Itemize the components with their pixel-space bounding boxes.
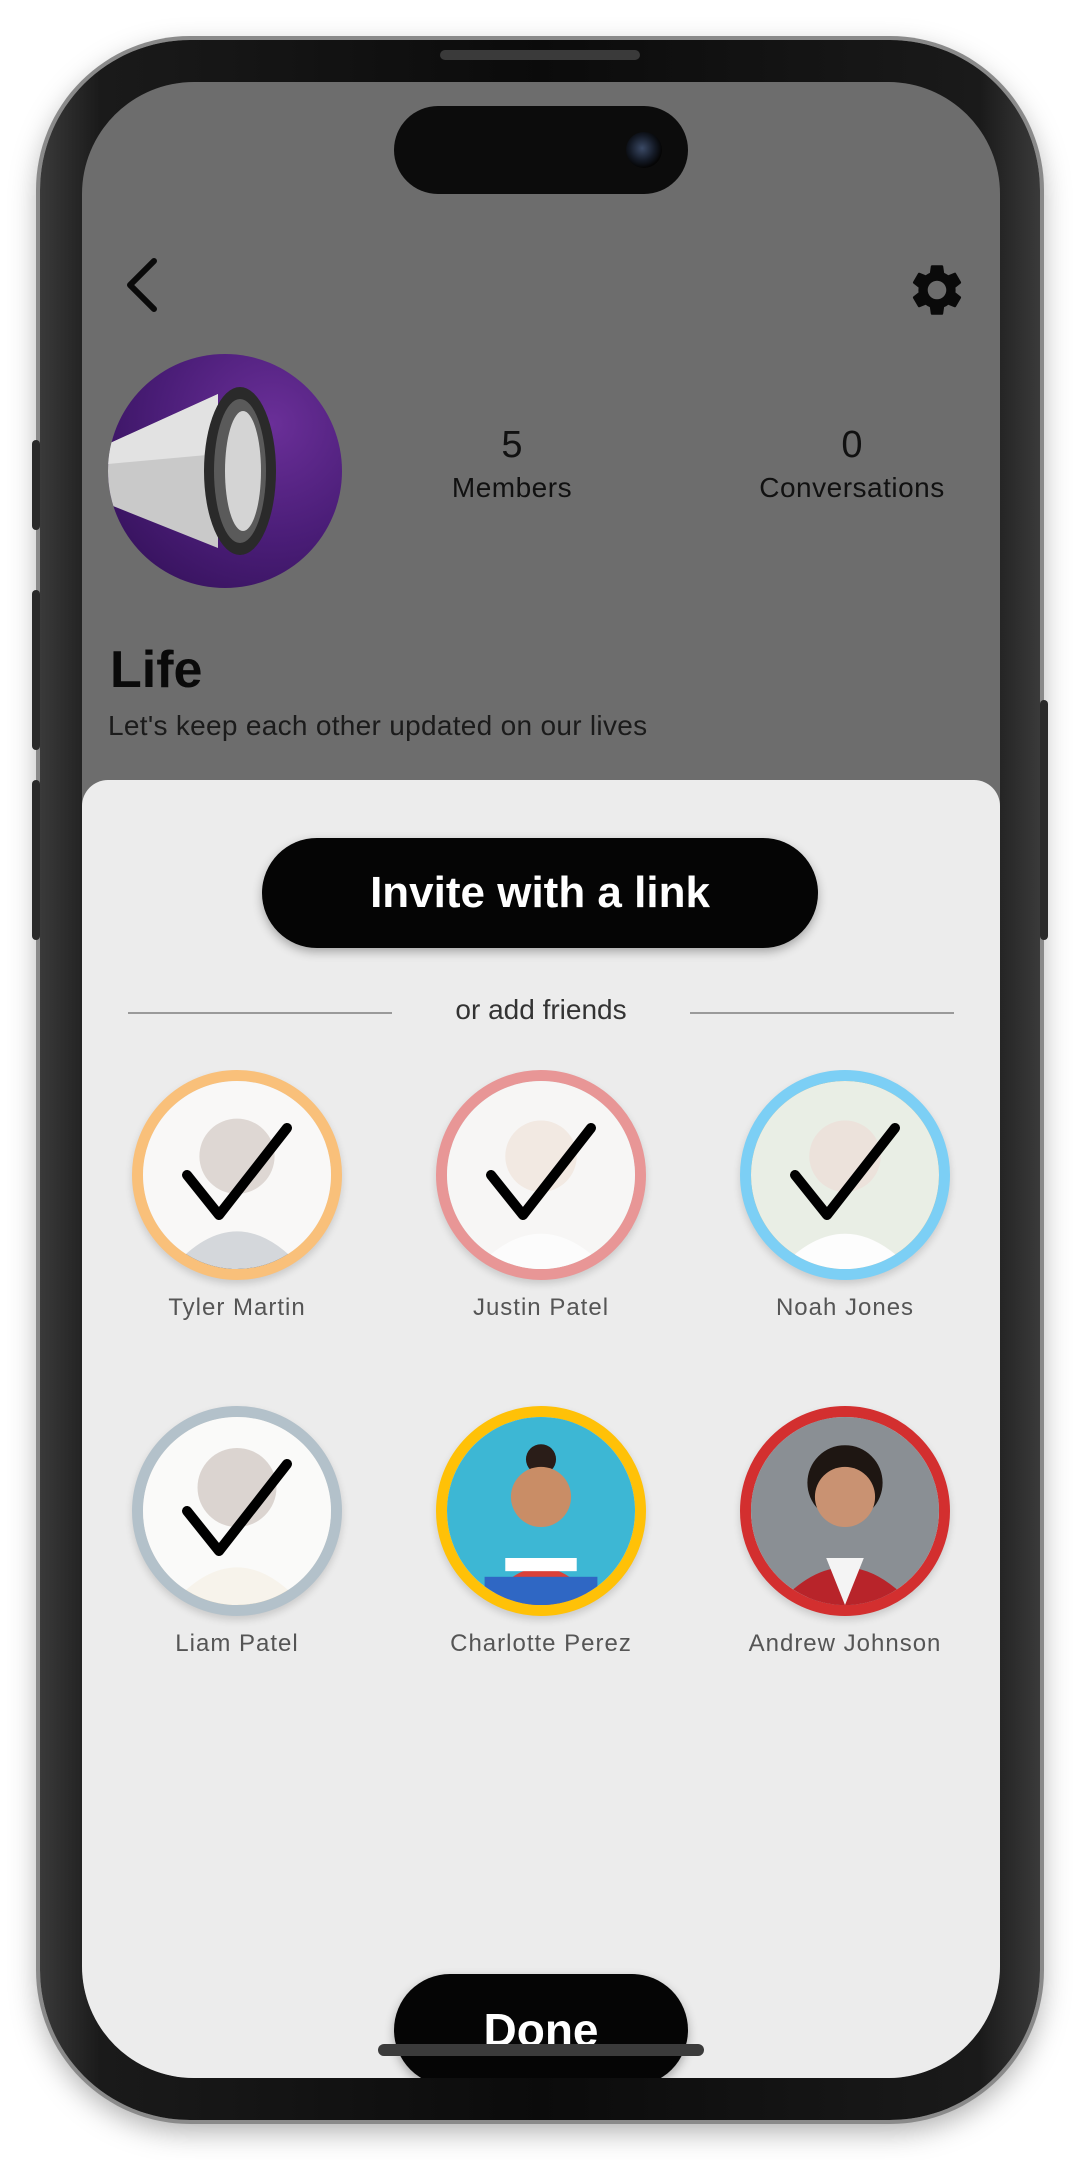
group-avatar[interactable] xyxy=(108,354,342,588)
group-description: Let's keep each other updated on our liv… xyxy=(108,710,648,741)
volume-up-button xyxy=(32,590,40,750)
conversations-stat[interactable]: 0 Conversations xyxy=(742,422,962,508)
settings-button[interactable] xyxy=(897,252,977,332)
friend-avatar[interactable] xyxy=(740,1070,950,1280)
members-count: 5 xyxy=(501,424,523,466)
megaphone-icon xyxy=(108,387,342,588)
action-button xyxy=(32,440,40,530)
friend-item[interactable]: Justin Patel xyxy=(411,1070,671,1322)
invite-link-button[interactable]: Invite with a link xyxy=(262,838,818,948)
group-name: Life xyxy=(110,641,203,699)
checkmark-icon xyxy=(447,1081,635,1269)
gear-icon xyxy=(906,259,968,325)
checkmark-icon xyxy=(143,1081,331,1269)
volume-down-button xyxy=(32,780,40,940)
app-screen: 5 Members 0 Conversations Life Let's kee… xyxy=(82,82,1000,2078)
friend-name: Noah Jones xyxy=(775,1294,915,1321)
conversations-count: 0 xyxy=(841,424,863,466)
divider-right xyxy=(690,1012,954,1014)
friend-item[interactable]: Liam Patel xyxy=(107,1406,367,1658)
friend-avatar[interactable] xyxy=(740,1406,950,1616)
friend-avatar[interactable] xyxy=(436,1406,646,1616)
power-button xyxy=(1040,700,1048,940)
back-button[interactable] xyxy=(112,252,172,322)
camera-icon xyxy=(626,132,662,168)
friend-name: Andrew Johnson xyxy=(748,1630,942,1657)
friend-name: Tyler Martin xyxy=(168,1294,306,1321)
divider-left xyxy=(128,1012,392,1014)
friend-name: Justin Patel xyxy=(472,1294,610,1321)
friend-name: Charlotte Perez xyxy=(450,1630,632,1657)
friend-avatar[interactable] xyxy=(132,1070,342,1280)
chevron-left-icon xyxy=(122,255,162,319)
speaker-grille xyxy=(440,50,640,60)
checkmark-icon xyxy=(143,1417,331,1605)
friend-name: Liam Patel xyxy=(175,1630,299,1657)
friends-grid[interactable]: Tyler Martin Justin Patel Noah Jones Lia… xyxy=(82,1070,1000,1728)
person-photo xyxy=(447,1417,635,1605)
friend-item[interactable]: Charlotte Perez xyxy=(411,1406,671,1658)
friend-item[interactable]: Andrew Johnson xyxy=(715,1406,975,1658)
dynamic-island xyxy=(394,106,688,194)
friend-item[interactable]: Noah Jones xyxy=(715,1070,975,1322)
friend-avatar[interactable] xyxy=(436,1070,646,1280)
members-label: Members xyxy=(451,472,573,503)
person-photo xyxy=(751,1417,939,1605)
checkmark-icon xyxy=(751,1081,939,1269)
conversations-label: Conversations xyxy=(759,472,945,503)
friend-avatar[interactable] xyxy=(132,1406,342,1616)
divider-label: or add friends xyxy=(455,994,627,1025)
add-members-sheet: Invite with a link or add friends Tyler … xyxy=(82,780,1000,2078)
friend-item[interactable]: Tyler Martin xyxy=(107,1070,367,1322)
home-indicator[interactable] xyxy=(378,2044,704,2056)
members-stat[interactable]: 5 Members xyxy=(432,422,592,508)
done-button[interactable]: Done xyxy=(394,1974,688,2078)
